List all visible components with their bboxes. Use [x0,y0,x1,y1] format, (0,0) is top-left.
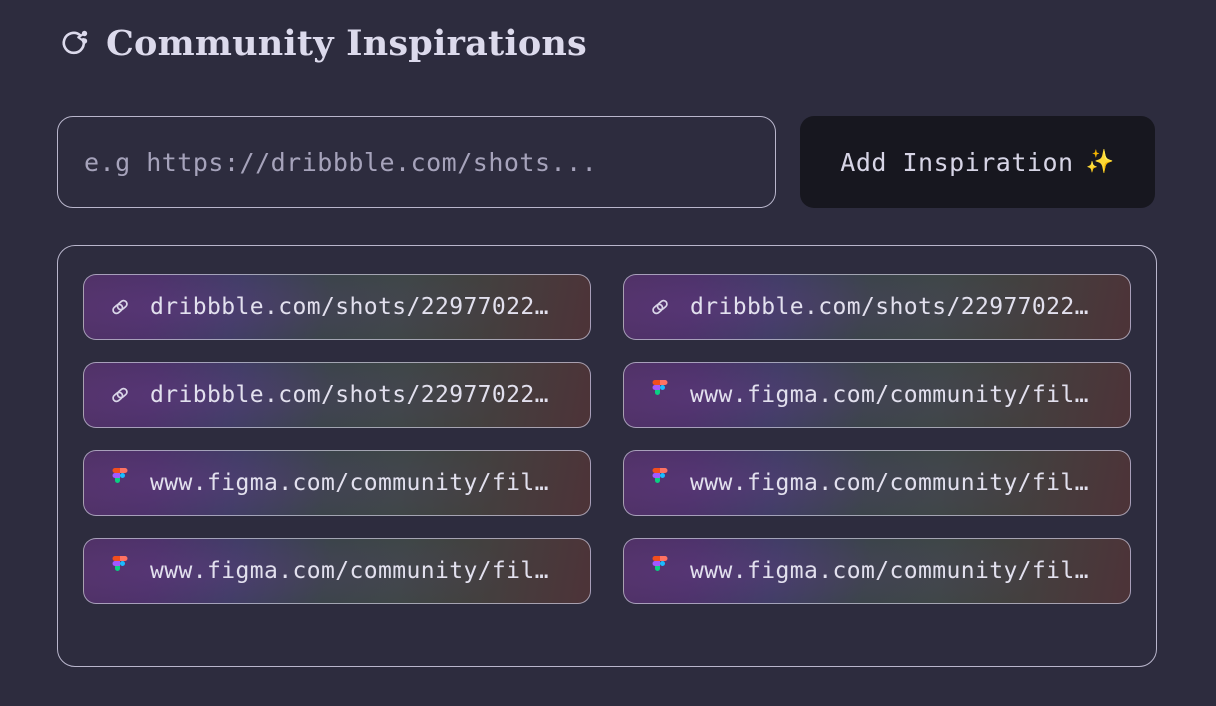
add-inspiration-form: Add Inspiration ✨ [57,116,1157,208]
list-item[interactable]: www.figma.com/community/fil… [83,538,591,604]
app-root: Community Inspirations Add Inspiration ✨ [0,0,1216,706]
link-icon [106,380,134,410]
list-item-label: dribbble.com/shots/22977022… [690,294,1089,320]
sparkles-icon: ✨ [1085,148,1115,175]
inspirations-list-container: dribbble.com/shots/22977022… dribbble.co… [57,245,1157,667]
list-item-label: www.figma.com/community/fil… [690,558,1089,584]
list-item-label: www.figma.com/community/fil… [150,470,549,496]
figma-icon [106,468,134,498]
list-item-label: www.figma.com/community/fil… [690,382,1089,408]
list-item[interactable]: dribbble.com/shots/22977022… [623,274,1131,340]
list-item[interactable]: dribbble.com/shots/22977022… [83,274,591,340]
list-item-label: www.figma.com/community/fil… [690,470,1089,496]
inspiration-url-input[interactable] [57,116,776,208]
page-header: Community Inspirations [58,18,587,70]
list-item-label: www.figma.com/community/fil… [150,558,549,584]
add-inspiration-label: Add Inspiration [840,147,1074,177]
add-inspiration-button[interactable]: Add Inspiration ✨ [800,116,1155,208]
list-item[interactable]: www.figma.com/community/fil… [623,538,1131,604]
figma-icon [646,380,674,410]
inspirations-grid: dribbble.com/shots/22977022… dribbble.co… [83,274,1131,604]
share-loop-icon [58,28,92,62]
list-item[interactable]: www.figma.com/community/fil… [83,450,591,516]
page-title: Community Inspirations [106,22,587,64]
list-item[interactable]: dribbble.com/shots/22977022… [83,362,591,428]
list-item[interactable]: www.figma.com/community/fil… [623,362,1131,428]
figma-icon [106,556,134,586]
list-item-label: dribbble.com/shots/22977022… [150,294,549,320]
figma-icon [646,468,674,498]
link-icon [646,292,674,322]
figma-icon [646,556,674,586]
list-item-label: dribbble.com/shots/22977022… [150,382,549,408]
list-item[interactable]: www.figma.com/community/fil… [623,450,1131,516]
link-icon [106,292,134,322]
